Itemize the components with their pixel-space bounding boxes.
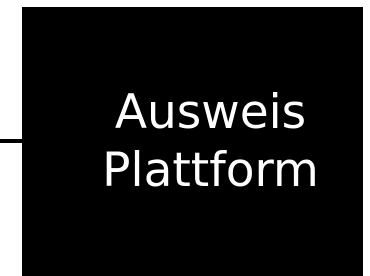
- node-ausweis-plattform: Ausweis Plattform: [22, 7, 363, 276]
- node-label-line-2: Plattform: [102, 142, 319, 198]
- node-label-line-1: Ausweis: [114, 84, 307, 140]
- connector-line: [0, 139, 22, 143]
- diagram-canvas: Ausweis Plattform: [0, 0, 370, 276]
